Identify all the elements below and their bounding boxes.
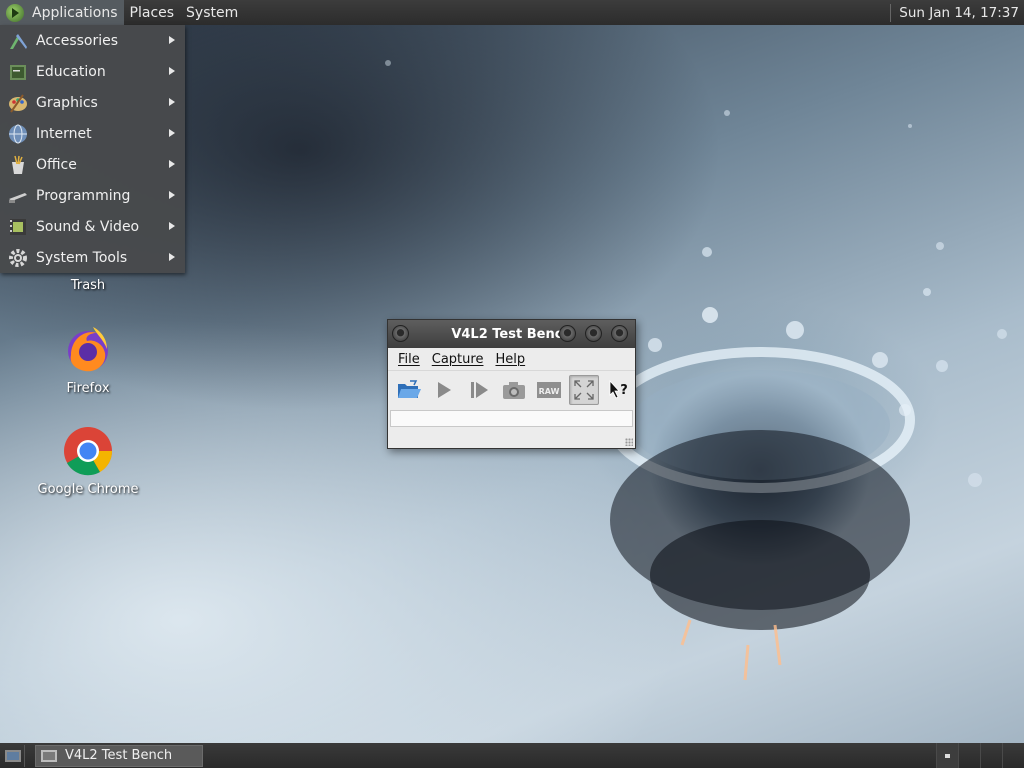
show-desktop-button[interactable] — [1, 744, 25, 767]
system-menu-label: System — [186, 4, 239, 21]
window-titlebar[interactable]: V4L2 Test Bench — [388, 320, 635, 348]
office-icon — [12, 155, 24, 174]
programming-icon — [9, 192, 27, 203]
svg-text:?: ? — [620, 383, 628, 398]
close-button[interactable] — [611, 325, 628, 342]
raw-capture-button[interactable]: RAW — [534, 375, 564, 405]
desktop-icon-label: Google Chrome — [37, 482, 139, 497]
places-menu-label: Places — [129, 4, 175, 21]
menu-item-office[interactable]: Office — [0, 149, 185, 180]
taskbar-item-v4l2[interactable]: V4L2 Test Bench — [35, 744, 203, 767]
menu-item-programming[interactable]: Programming — [0, 180, 185, 211]
menu-item-label: Programming — [36, 187, 131, 204]
window-menubar: File Capture Help — [388, 348, 635, 370]
menu-item-education[interactable]: Education — [0, 56, 185, 87]
clock[interactable]: Sun Jan 14, 17:37 — [899, 5, 1024, 21]
desktop-icon-label: Trash — [70, 278, 106, 293]
v4l2-window: V4L2 Test Bench File Capture Help RAW ? — [387, 319, 636, 449]
applications-menu[interactable]: Applications — [0, 0, 124, 25]
window-toolbar: RAW ? — [388, 370, 635, 408]
menu-capture[interactable]: Capture — [426, 352, 490, 367]
menu-item-label: Education — [36, 63, 106, 80]
desktop-icon-firefox[interactable]: Firefox — [28, 325, 148, 396]
submenu-arrow-icon — [169, 129, 175, 137]
open-device-button[interactable] — [394, 375, 424, 405]
submenu-arrow-icon — [169, 253, 175, 261]
menu-item-label: System Tools — [36, 249, 128, 266]
window-menu-button[interactable] — [392, 325, 409, 342]
folder-open-icon — [398, 379, 421, 398]
resize-grip-icon[interactable] — [625, 438, 633, 446]
window-app-icon — [41, 749, 57, 762]
system-menu[interactable]: System — [180, 0, 244, 25]
snapshot-button[interactable] — [499, 375, 529, 405]
whats-this-button[interactable]: ? — [604, 375, 634, 405]
submenu-arrow-icon — [169, 98, 175, 106]
panel-separator — [890, 3, 892, 22]
menu-item-internet[interactable]: Internet — [0, 118, 185, 149]
applications-icon — [6, 3, 24, 22]
places-menu[interactable]: Places — [124, 0, 181, 25]
menu-file[interactable]: File — [392, 352, 426, 367]
start-capture-button[interactable] — [429, 375, 459, 405]
window-title: V4L2 Test Bench — [451, 326, 572, 342]
panel-tray: Sun Jan 14, 17:37 — [890, 0, 1024, 25]
raw-icon: RAW — [537, 381, 561, 398]
desktop-icon-chrome[interactable]: Google Chrome — [28, 426, 148, 497]
taskbar-item-label: V4L2 Test Bench — [65, 748, 173, 763]
menu-item-graphics[interactable]: Graphics — [0, 87, 185, 118]
step-icon — [471, 381, 488, 398]
menu-item-system-tools[interactable]: System Tools — [0, 242, 185, 273]
sound-video-icon — [10, 218, 26, 235]
workspace-4[interactable] — [1002, 743, 1024, 768]
submenu-arrow-icon — [169, 222, 175, 230]
chrome-icon — [64, 427, 113, 476]
fullscreen-button[interactable] — [569, 374, 599, 405]
menu-help[interactable]: Help — [489, 352, 531, 367]
status-bar — [390, 410, 633, 427]
top-panel: Applications Places System Sun Jan 14, 1… — [0, 0, 1024, 25]
maximize-button[interactable] — [585, 325, 602, 342]
menu-item-sound-video[interactable]: Sound & Video — [0, 211, 185, 242]
workspace-2[interactable] — [958, 743, 980, 768]
submenu-arrow-icon — [169, 67, 175, 75]
raw-icon-text: RAW — [539, 387, 560, 396]
workspace-switcher — [936, 743, 1024, 768]
firefox-icon — [68, 327, 108, 372]
accessories-icon — [10, 33, 27, 49]
submenu-arrow-icon — [169, 36, 175, 44]
menu-item-label: Sound & Video — [36, 218, 140, 235]
graphics-icon — [9, 93, 27, 113]
menu-item-label: Internet — [36, 125, 92, 142]
applications-dropdown: Accessories Education Graphics Internet … — [0, 25, 185, 273]
show-desktop-icon — [4, 749, 21, 762]
submenu-arrow-icon — [169, 191, 175, 199]
internet-icon — [9, 124, 27, 143]
applications-menu-label: Applications — [32, 4, 118, 21]
play-icon — [438, 381, 451, 398]
step-frame-button[interactable] — [464, 375, 494, 405]
workspace-1[interactable] — [936, 743, 958, 768]
desktop-icon-label: Firefox — [66, 381, 110, 396]
workspace-3[interactable] — [980, 743, 1002, 768]
bottom-panel: V4L2 Test Bench — [0, 743, 1024, 768]
menu-item-label: Office — [36, 156, 77, 173]
desktop-icon-trash[interactable]: Trash — [28, 276, 148, 293]
menu-item-label: Graphics — [36, 94, 98, 111]
submenu-arrow-icon — [169, 160, 175, 168]
menu-item-accessories[interactable]: Accessories — [0, 25, 185, 56]
fullscreen-icon — [574, 379, 594, 400]
menu-item-label: Accessories — [36, 32, 119, 49]
system-tools-icon — [9, 248, 27, 267]
education-icon — [10, 64, 26, 80]
camera-icon — [503, 381, 525, 399]
minimize-button[interactable] — [559, 325, 576, 342]
whats-this-icon: ? — [609, 379, 628, 399]
